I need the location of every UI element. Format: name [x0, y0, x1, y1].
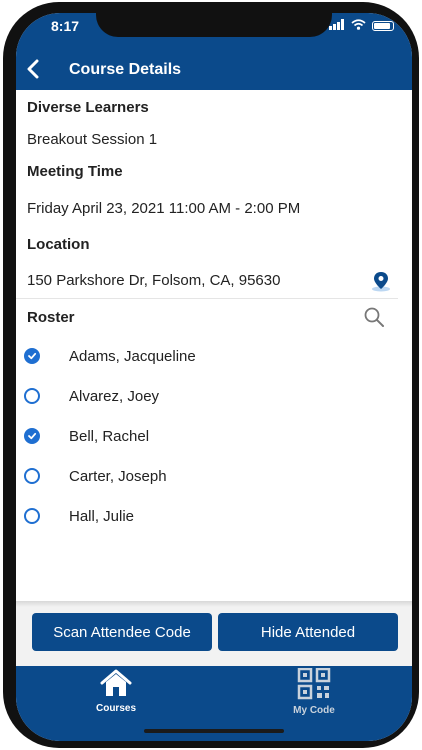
course-name: Diverse Learners — [27, 99, 149, 116]
checkbox-unchecked-icon[interactable] — [24, 388, 40, 404]
meeting-time-value: Friday April 23, 2021 11:00 AM - 2:00 PM — [27, 200, 301, 217]
tab-bar: Courses My Code — [16, 666, 412, 741]
roster-label: Roster — [27, 309, 75, 326]
search-icon — [364, 307, 384, 327]
roster-name: Adams, Jacqueline — [69, 347, 196, 365]
location-value: 150 Parkshore Dr, Folsom, CA, 95630 — [27, 272, 281, 289]
wifi-icon — [351, 17, 366, 35]
session-name: Breakout Session 1 — [27, 131, 158, 148]
qr-code-icon — [297, 667, 331, 700]
search-button[interactable] — [363, 306, 385, 333]
scan-attendee-code-button[interactable]: Scan Attendee Code — [32, 613, 212, 651]
home-indicator — [144, 729, 284, 733]
divider — [16, 298, 398, 299]
checkbox-unchecked-icon[interactable] — [24, 468, 40, 484]
roster-name: Bell, Rachel — [69, 427, 150, 445]
tab-courses[interactable]: Courses — [66, 668, 166, 714]
signal-icon — [329, 17, 345, 35]
back-button[interactable] — [26, 59, 40, 85]
battery-icon — [372, 21, 394, 31]
chevron-left-icon — [27, 59, 39, 79]
notch — [96, 13, 332, 37]
tab-my-code[interactable]: My Code — [264, 667, 364, 716]
roster-name: Alvarez, Joey — [69, 387, 160, 405]
location-label: Location — [27, 236, 90, 253]
roster-name: Carter, Joseph — [69, 467, 167, 485]
tab-label: Courses — [95, 703, 136, 714]
phone-frame: 8:17 Course Details Diverse Learners Bre… — [3, 2, 419, 748]
map-pin-icon — [372, 272, 390, 292]
roster-name: Hall, Julie — [69, 507, 135, 525]
hide-attended-button[interactable]: Hide Attended — [218, 613, 398, 651]
status-icons — [329, 17, 394, 35]
meeting-time-label: Meeting Time — [27, 163, 123, 180]
screen: 8:17 Course Details Diverse Learners Bre… — [16, 13, 412, 741]
map-pin-button[interactable] — [370, 270, 392, 297]
checkbox-unchecked-icon[interactable] — [24, 508, 40, 524]
roster-row[interactable]: Bell, Rachel — [16, 418, 412, 454]
home-icon — [100, 669, 132, 696]
roster-row[interactable]: Carter, Joseph — [16, 458, 412, 494]
checkbox-checked-icon[interactable] — [24, 348, 40, 364]
status-time: 8:17 — [51, 18, 80, 34]
checkbox-checked-icon[interactable] — [24, 428, 40, 444]
roster-row[interactable]: Hall, Julie — [16, 498, 412, 534]
tab-label: My Code — [293, 705, 335, 716]
roster-row[interactable]: Alvarez, Joey — [16, 378, 412, 414]
roster-row[interactable]: Adams, Jacqueline — [16, 338, 412, 374]
page-title: Course Details — [69, 61, 182, 78]
